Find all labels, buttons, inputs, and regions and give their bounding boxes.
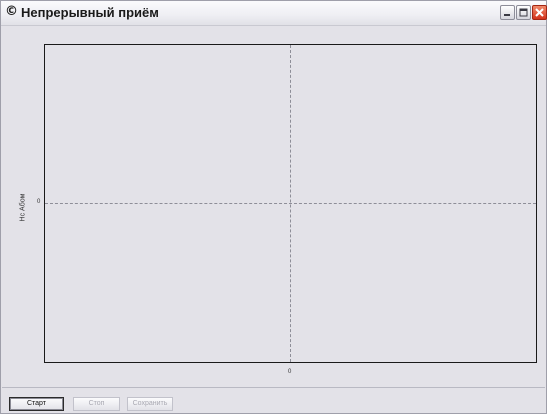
maximize-button[interactable] [516,5,531,20]
maximize-icon [519,8,528,17]
main-window: © Непрерывный приём Нс Абом 0 0 Старт Ст… [0,0,547,414]
y-axis-label: Нс Абом [19,193,27,222]
plot-area[interactable] [44,44,537,363]
stop-button: Стоп [73,397,120,411]
toolbar-separator [2,387,545,388]
x-axis-tick-zero: 0 [288,369,292,375]
y-axis-tick-zero: 0 [37,199,41,205]
plot-grid-horizontal [45,203,536,204]
window-title: Непрерывный приём [21,5,159,20]
minimize-button[interactable] [500,5,515,20]
title-bar[interactable]: © Непрерывный приём [1,1,547,26]
minimize-icon [504,14,510,16]
close-icon [535,8,544,17]
save-button: Сохранить [127,397,173,411]
close-button[interactable] [532,5,547,20]
start-button[interactable]: Старт [9,397,64,411]
app-icon: © [5,4,18,19]
